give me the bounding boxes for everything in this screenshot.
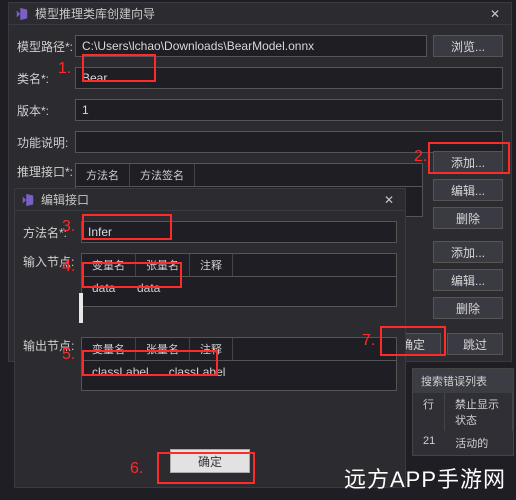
output-col-tensorname: 张量名 [136, 338, 190, 360]
delete-interface-button[interactable]: 删除 [433, 207, 503, 229]
error-row[interactable]: 21 活动的 [413, 431, 513, 455]
input-tensorname: data [127, 281, 172, 295]
output-col-comment: 注释 [190, 338, 233, 360]
text-cursor [79, 293, 83, 323]
vs-icon [21, 193, 35, 207]
version-label: 版本*: [17, 102, 75, 119]
interface-buttons-2: 添加... 编辑... 删除 [433, 241, 503, 319]
input-node-body[interactable]: data data [81, 277, 397, 307]
edit-titlebar: 编辑接口 ✕ [15, 189, 405, 211]
edit-button-2[interactable]: 编辑... [433, 269, 503, 291]
ok-button[interactable]: 确定 [170, 449, 250, 473]
output-node-body[interactable]: classLabel classLabel [81, 361, 397, 391]
close-icon[interactable]: ✕ [485, 5, 505, 23]
input-col-varname: 变量名 [82, 254, 136, 276]
edit-body: 方法名*: 输入节点: 变量名 张量名 注释 data data [15, 211, 405, 483]
method-name-label: 方法名*: [23, 224, 81, 241]
error-state: 活动的 [445, 435, 498, 451]
class-name-label: 类名*: [17, 70, 75, 87]
function-desc-label: 功能说明: [17, 134, 75, 151]
close-icon[interactable]: ✕ [379, 191, 399, 209]
watermark-text: 远方APP手游网 [344, 462, 506, 494]
input-col-comment: 注释 [190, 254, 233, 276]
method-name-col: 方法名 [76, 164, 130, 186]
class-name-input[interactable] [75, 67, 503, 89]
delete-button-2[interactable]: 删除 [433, 297, 503, 319]
error-list-panel: 搜索错误列表 行 禁止显示状态 21 活动的 [412, 368, 514, 456]
edit-title: 编辑接口 [41, 191, 379, 208]
output-node-label: 输出节点: [23, 337, 81, 354]
output-node-header: 变量名 张量名 注释 [81, 337, 397, 361]
infer-interface-label: 推理接口*: [17, 163, 75, 180]
col-line: 行 [413, 393, 445, 431]
error-line: 21 [413, 435, 445, 451]
model-path-label: 模型路径*: [17, 38, 75, 55]
input-varname: data [82, 281, 127, 295]
col-state: 禁止显示状态 [445, 393, 513, 431]
output-varname: classLabel [82, 365, 159, 379]
table-row[interactable]: data data [82, 277, 396, 299]
output-col-varname: 变量名 [82, 338, 136, 360]
edit-interface-button[interactable]: 编辑... [433, 179, 503, 201]
edit-interface-window: 编辑接口 ✕ 方法名*: 输入节点: 变量名 张量名 注释 data data [14, 188, 406, 488]
input-node-label: 输入节点: [23, 253, 81, 270]
main-title: 模型推理类库创建向导 [35, 5, 485, 22]
model-path-input[interactable] [75, 35, 427, 57]
skip-button[interactable]: 跳过 [447, 333, 503, 355]
table-row[interactable]: classLabel classLabel [82, 361, 396, 383]
input-col-tensorname: 张量名 [136, 254, 190, 276]
version-input[interactable] [75, 99, 503, 121]
error-list-title: 搜索错误列表 [413, 369, 513, 393]
method-sig-col: 方法签名 [130, 164, 195, 186]
add-interface-button[interactable]: 添加... [433, 151, 503, 173]
interface-buttons-1: 添加... 编辑... 删除 [433, 151, 503, 229]
input-node-header: 变量名 张量名 注释 [81, 253, 397, 277]
vs-icon [15, 7, 29, 21]
interface-list-header: 方法名 方法签名 [75, 163, 423, 187]
method-name-input[interactable] [81, 221, 397, 243]
error-list-columns: 行 禁止显示状态 [413, 393, 513, 431]
output-tensorname: classLabel [159, 365, 236, 379]
main-titlebar: 模型推理类库创建向导 ✕ [9, 3, 511, 25]
add-button-2[interactable]: 添加... [433, 241, 503, 263]
browse-button[interactable]: 浏览... [433, 35, 503, 57]
function-desc-input[interactable] [75, 131, 503, 153]
